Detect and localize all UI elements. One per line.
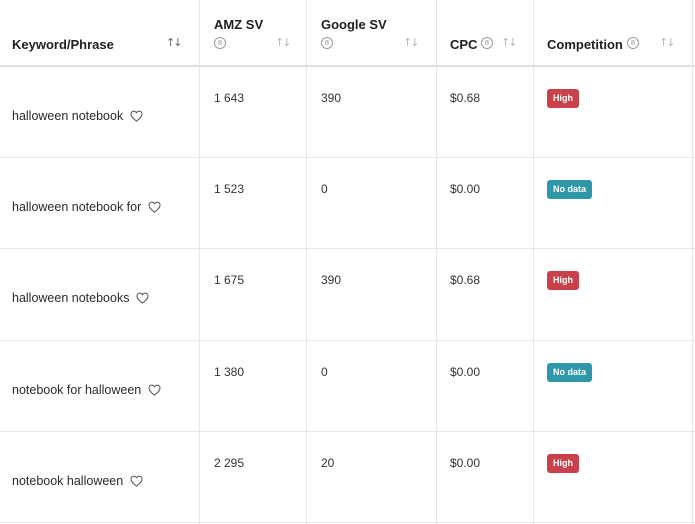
amz-sv-value: 2 295 xyxy=(214,456,245,470)
column-header-label: Competition xyxy=(547,37,623,52)
cpc-value: $0.68 xyxy=(450,91,481,105)
row-divider xyxy=(0,157,695,158)
competition-badge: High xyxy=(547,454,579,473)
column-divider xyxy=(436,0,437,524)
sort-icon[interactable]: ↑↓ xyxy=(403,36,420,49)
amz-sv-value: 1 643 xyxy=(214,91,245,105)
cpc-value: $0.00 xyxy=(450,365,481,379)
sort-icon[interactable]: ↑↓ xyxy=(166,36,183,49)
keyword-text[interactable]: notebook halloween xyxy=(12,474,123,488)
sort-icon[interactable]: ↑↓ xyxy=(659,36,676,49)
competition-badge: High xyxy=(547,89,579,108)
competition-badge: High xyxy=(547,271,579,290)
keyword-cell: notebook halloween xyxy=(12,474,143,488)
cpc-value: $0.00 xyxy=(450,182,481,196)
column-divider xyxy=(199,0,200,524)
amz-sv-value: 1 523 xyxy=(214,182,245,196)
keyword-text[interactable]: halloween notebook xyxy=(12,109,123,123)
column-divider xyxy=(306,0,307,524)
keyword-text[interactable]: notebook for halloween xyxy=(12,383,141,397)
table-header: Keyword/Phrase ↑↓ AMZ SV 8 ↑↓ Google SV … xyxy=(0,0,695,66)
google-sv-value: 390 xyxy=(321,273,342,287)
column-header-keyword[interactable]: Keyword/Phrase ↑↓ xyxy=(0,0,199,66)
heart-icon[interactable] xyxy=(130,475,143,487)
column-header-label: AMZ SV xyxy=(214,17,264,32)
cpc-value: $0.68 xyxy=(450,273,481,287)
google-sv-value: 0 xyxy=(321,182,328,196)
keyword-cell: halloween notebook xyxy=(12,109,143,123)
info-icon[interactable]: 8 xyxy=(214,37,226,49)
row-divider xyxy=(0,431,695,432)
keyword-cell: halloween notebooks xyxy=(12,291,149,305)
cpc-value: $0.00 xyxy=(450,456,481,470)
google-sv-value: 20 xyxy=(321,456,335,470)
row-divider xyxy=(0,340,695,341)
keyword-cell: notebook for halloween xyxy=(12,383,161,397)
google-sv-value: 0 xyxy=(321,365,328,379)
keyword-table: Keyword/Phrase ↑↓ AMZ SV 8 ↑↓ Google SV … xyxy=(0,0,695,524)
column-header-cpc[interactable]: CPC 8 ↑↓ xyxy=(437,0,533,66)
info-icon[interactable]: 8 xyxy=(627,37,639,49)
row-divider xyxy=(0,248,695,249)
column-divider xyxy=(692,0,693,524)
column-header-label: CPC xyxy=(450,37,478,52)
amz-sv-value: 1 380 xyxy=(214,365,245,379)
heart-icon[interactable] xyxy=(148,384,161,396)
sort-icon[interactable]: ↑↓ xyxy=(501,36,518,49)
column-header-amz-sv[interactable]: AMZ SV 8 ↑↓ xyxy=(200,0,306,66)
column-divider xyxy=(533,0,534,524)
column-header-google-sv[interactable]: Google SV 8 ↑↓ xyxy=(307,0,436,66)
google-sv-value: 390 xyxy=(321,91,342,105)
competition-badge: No data xyxy=(547,180,593,199)
column-header-label: Keyword/Phrase xyxy=(12,37,114,52)
heart-icon[interactable] xyxy=(130,110,143,122)
row-divider xyxy=(0,522,695,523)
info-icon[interactable]: 8 xyxy=(321,37,333,49)
amz-sv-value: 1 675 xyxy=(214,273,245,287)
info-icon[interactable]: 8 xyxy=(481,37,493,49)
competition-badge: No data xyxy=(547,363,593,382)
keyword-text[interactable]: halloween notebooks xyxy=(12,291,129,305)
heart-icon[interactable] xyxy=(136,292,149,304)
keyword-cell: halloween notebook for xyxy=(12,200,161,214)
column-header-label: Google SV xyxy=(321,17,387,32)
sort-icon[interactable]: ↑↓ xyxy=(275,36,292,49)
column-header-competition[interactable]: Competition 8 ↑↓ xyxy=(534,0,692,66)
keyword-text[interactable]: halloween notebook for xyxy=(12,200,141,214)
heart-icon[interactable] xyxy=(148,201,161,213)
